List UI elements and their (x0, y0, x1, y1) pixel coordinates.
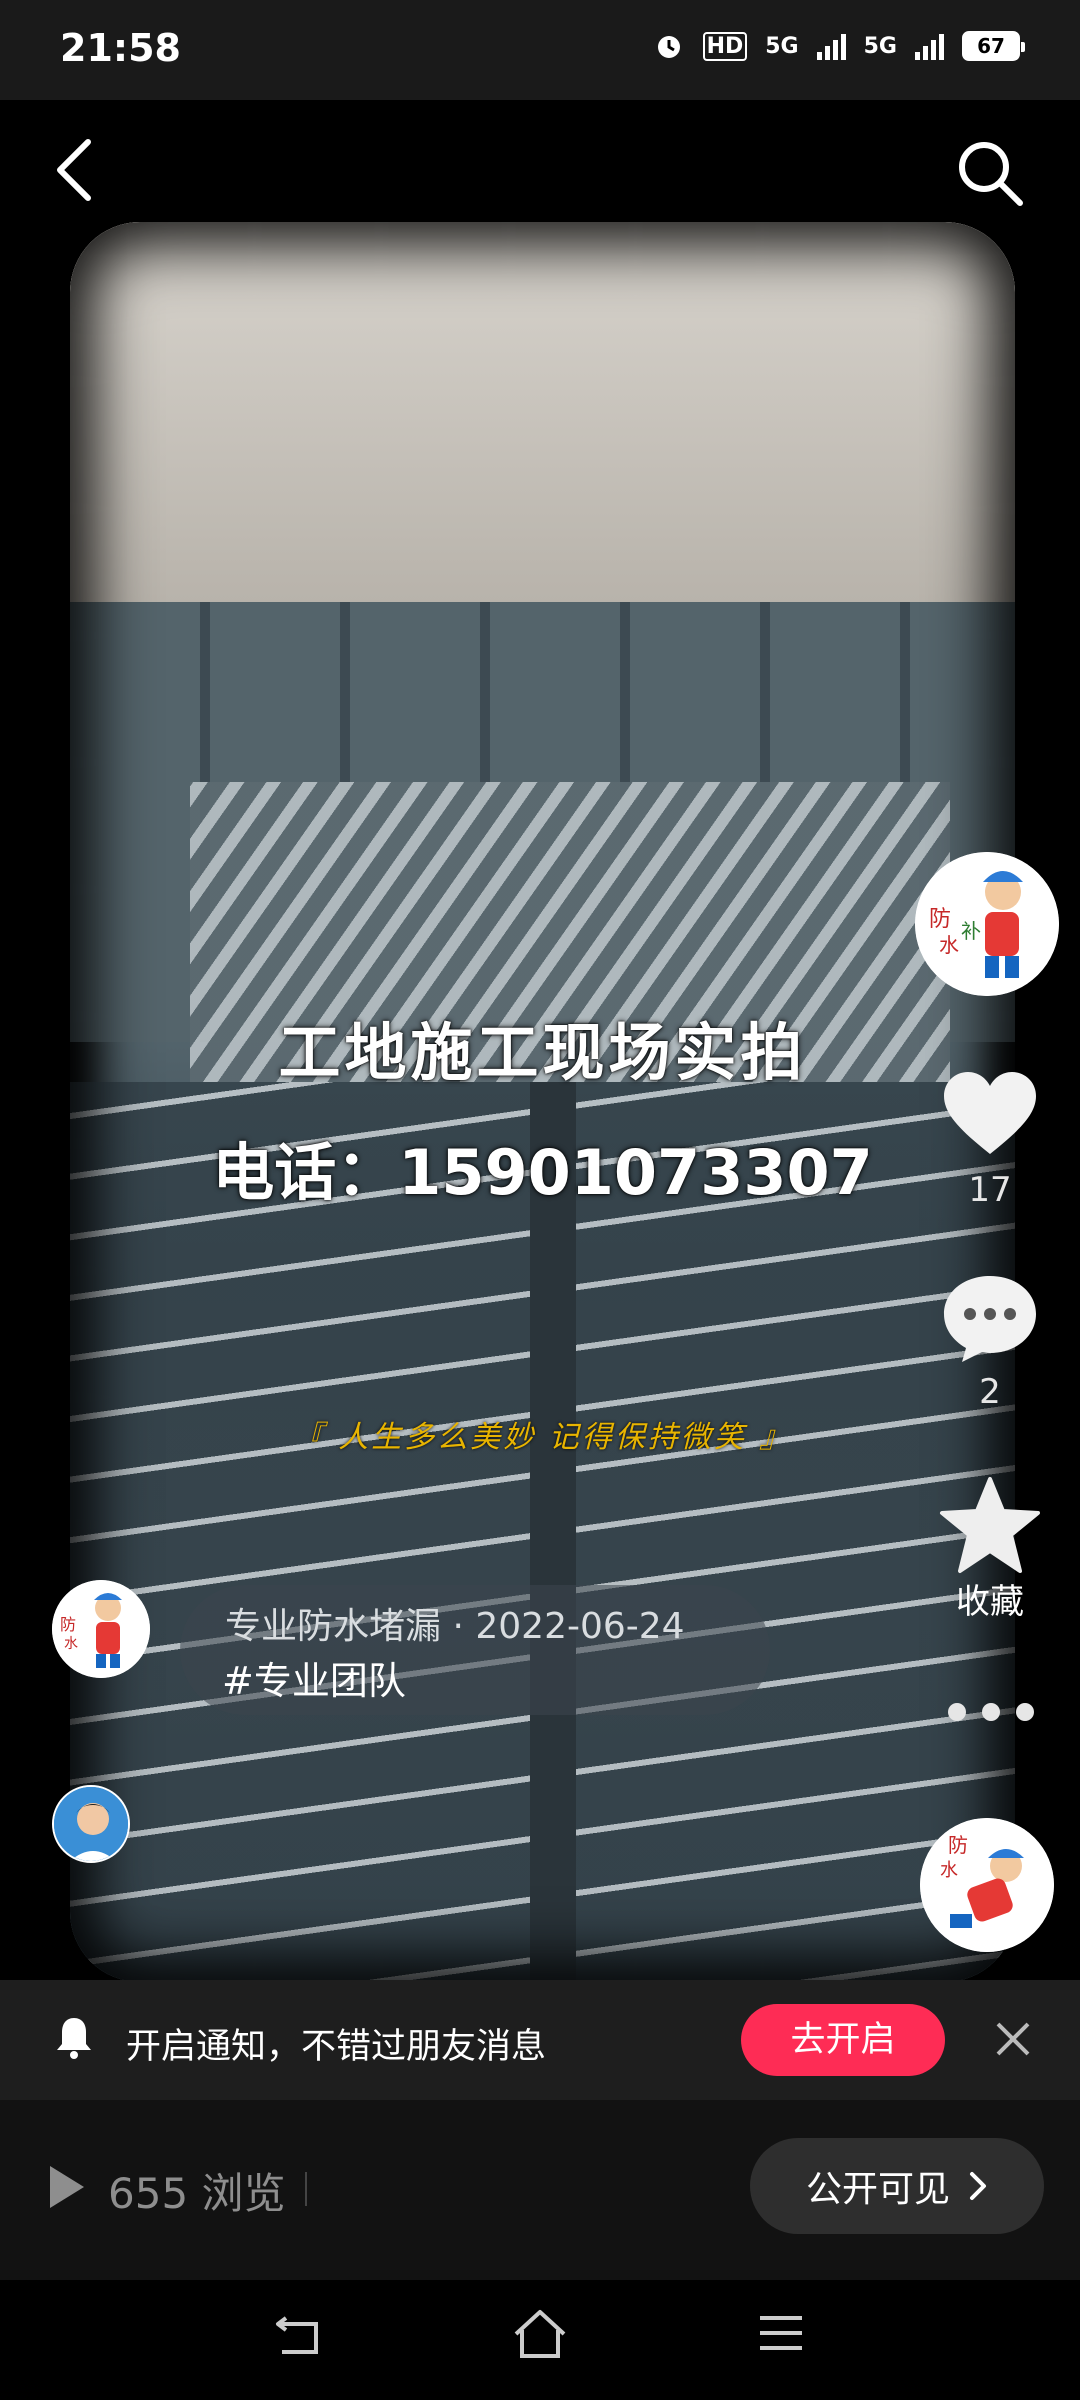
video-caption-title: 工地施工现场实拍 (278, 1016, 807, 1089)
author-avatar[interactable]: 防 水 (52, 1580, 150, 1678)
comment-icon[interactable] (940, 1272, 1040, 1364)
svg-text:补: 补 (961, 919, 981, 943)
network-5g-label-1: 5G (765, 33, 799, 59)
chevron-right-icon (970, 2172, 986, 2200)
svg-text:水: 水 (939, 933, 959, 957)
nav-menu-icon[interactable] (756, 2308, 806, 2358)
dot-separator: · (452, 1606, 476, 1647)
bottom-stats-bar: 655 浏览 公开可见 (0, 2100, 1080, 2280)
signal-icon-2 (915, 32, 944, 60)
alarm-icon (657, 36, 680, 58)
author-date-line[interactable]: 专业防水堵漏 · 2022-06-24 (225, 1597, 685, 1649)
post-date: 2022-06-24 (475, 1606, 685, 1647)
view-count: 655 浏览 (108, 2169, 286, 2218)
author-name[interactable]: 专业防水堵漏 (225, 1606, 441, 1647)
favorite-label: 收藏 (956, 1582, 1024, 1622)
notification-text: 开启通知，不错过朋友消息 (126, 2027, 547, 2067)
mascot-avatar-icon: 防 水 (52, 1580, 150, 1678)
mascot-avatar-icon: 防 水 (920, 1818, 1054, 1952)
star-icon[interactable] (938, 1475, 1042, 1575)
hashtag[interactable]: #专业团队 (222, 1650, 406, 1705)
comment-count: 2 (979, 1372, 1001, 1412)
svg-text:防: 防 (948, 1833, 968, 1857)
mascot-avatar-icon: 防 水 补 (915, 852, 1059, 996)
heart-icon[interactable] (940, 1068, 1040, 1158)
notification-banner: 开启通知，不错过朋友消息 去开启 (0, 1980, 1080, 2100)
divider (305, 2172, 307, 2206)
status-icons: HD 5G 5G 67 (653, 30, 1025, 62)
nav-back-icon[interactable] (272, 2308, 326, 2362)
like-count: 17 (968, 1170, 1012, 1210)
svg-text:水: 水 (940, 1860, 958, 1881)
back-arrow-icon[interactable] (46, 130, 106, 210)
play-icon (50, 2166, 84, 2208)
search-icon[interactable] (952, 135, 1028, 211)
status-time: 21:58 (60, 26, 181, 70)
enable-notification-button[interactable]: 去开启 (741, 2004, 945, 2076)
visibility-button[interactable]: 公开可见 (750, 2138, 1044, 2234)
video-subtitle: 『 人生多么美妙 记得保持微笑 』 (292, 1420, 793, 1455)
svg-text:防: 防 (60, 1615, 76, 1634)
battery-icon: 67 (962, 31, 1025, 61)
viewer-avatar[interactable] (52, 1785, 130, 1863)
svg-text:防: 防 (929, 907, 951, 932)
network-5g-label-2: 5G (863, 33, 897, 59)
signal-icon-1 (816, 32, 846, 60)
music-disc-avatar[interactable]: 防 水 (920, 1818, 1054, 1952)
more-dots-icon[interactable] (948, 1700, 1034, 1724)
close-icon[interactable] (990, 2016, 1036, 2062)
status-bar: 21:58 HD 5G 5G 67 (0, 0, 1080, 100)
video-caption-phone: 电话：15901073307 (212, 1136, 873, 1209)
svg-text:水: 水 (64, 1636, 78, 1652)
bell-icon (57, 2018, 91, 2059)
video-player[interactable]: 工地施工现场实拍 电话：15901073307 『 人生多么美妙 记得保持微笑 … (70, 222, 1015, 1982)
hd-label: HD (702, 31, 748, 61)
creator-avatar[interactable]: 防 水 补 (915, 852, 1059, 996)
system-navigation-bar (0, 2280, 1080, 2400)
video-vignette (70, 222, 1015, 1982)
nav-home-icon[interactable] (510, 2306, 570, 2362)
visibility-label: 公开可见 (805, 2169, 950, 2210)
